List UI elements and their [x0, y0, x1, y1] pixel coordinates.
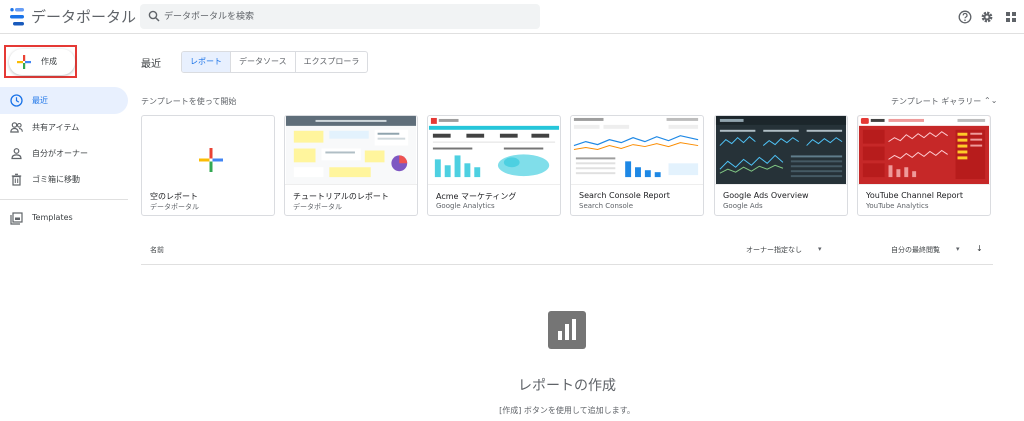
- template-card-google-ads[interactable]: Google Ads Overview Google Ads: [714, 115, 848, 216]
- expand-collapse-icon[interactable]: ⌃⌄: [984, 96, 997, 105]
- template-thumbnail: [571, 116, 703, 185]
- help-icon[interactable]: [958, 10, 972, 24]
- bar-chart-icon: [558, 319, 576, 340]
- chevron-down-icon[interactable]: ▾: [956, 245, 960, 253]
- tab-explorer[interactable]: エクスプローラ: [296, 52, 368, 72]
- person-icon: [11, 148, 22, 160]
- template-card-tutorial[interactable]: チュートリアルのレポート データポータル: [284, 115, 418, 216]
- templates-heading: テンプレートを使って開始: [141, 97, 237, 106]
- template-title: Google Ads Overview: [723, 191, 809, 200]
- empty-state-title: レポートの作成: [518, 378, 616, 394]
- list-header-divider: [141, 264, 993, 265]
- sidebar-item-label: Templates: [32, 213, 73, 222]
- template-thumbnail: [285, 116, 417, 185]
- report-chart-icon: [548, 311, 586, 349]
- template-source: Search Console: [579, 202, 634, 210]
- sort-direction-icon[interactable]: ↓: [976, 244, 983, 253]
- sidebar-item-label: ゴミ箱に移動: [32, 175, 80, 184]
- tab-data-sources[interactable]: データソース: [231, 52, 296, 72]
- template-title: 空のレポート: [150, 192, 198, 201]
- apps-grid-icon[interactable]: [1004, 10, 1018, 24]
- template-thumbnail: [715, 116, 847, 185]
- create-button[interactable]: 作成: [9, 49, 75, 75]
- plus-icon: [17, 55, 31, 69]
- template-card-youtube[interactable]: YouTube Channel Report YouTube Analytics: [857, 115, 991, 216]
- owner-filter-dropdown[interactable]: オーナー指定なし: [746, 245, 802, 255]
- template-title: Acme マーケティング: [436, 192, 517, 201]
- create-button-highlight: 作成: [4, 45, 77, 78]
- trash-icon: [11, 173, 22, 186]
- search-input[interactable]: [164, 8, 524, 25]
- sidebar-divider: [0, 199, 128, 200]
- template-source: YouTube Analytics: [866, 202, 929, 210]
- template-card-search-console[interactable]: Search Console Report Search Console: [570, 115, 704, 216]
- template-thumbnail: [858, 116, 990, 185]
- template-thumbnail: [142, 116, 274, 185]
- search-icon: [148, 10, 160, 22]
- chevron-down-icon[interactable]: ▾: [818, 245, 822, 253]
- tab-reports[interactable]: レポート: [182, 52, 231, 72]
- section-title: 最近: [141, 59, 161, 70]
- template-title: チュートリアルのレポート: [293, 192, 389, 201]
- column-name-header[interactable]: 名前: [150, 245, 164, 255]
- sidebar-item-owned[interactable]: 自分がオーナー: [0, 140, 128, 167]
- empty-state-subtitle: [作成] ボタンを使用して追加します。: [499, 406, 635, 415]
- clock-icon: [10, 94, 23, 107]
- sidebar-item-templates[interactable]: Templates: [0, 205, 128, 232]
- template-source: データポータル: [293, 203, 342, 211]
- sidebar-item-label: 自分がオーナー: [32, 149, 88, 158]
- template-gallery-toggle[interactable]: テンプレート ギャラリー: [891, 96, 981, 107]
- plus-icon: [199, 148, 223, 172]
- sidebar-item-shared[interactable]: 共有アイテム: [0, 114, 128, 141]
- sort-dropdown[interactable]: 自分の最終閲覧: [891, 245, 940, 255]
- sidebar-item-recent[interactable]: 最近: [0, 87, 128, 114]
- app-title[interactable]: データポータル: [31, 6, 136, 27]
- sidebar-item-label: 共有アイテム: [32, 123, 80, 132]
- sidebar-item-trash[interactable]: ゴミ箱に移動: [0, 166, 128, 193]
- people-icon: [10, 122, 23, 133]
- template-source: Google Analytics: [436, 202, 495, 210]
- template-source: Google Ads: [723, 202, 763, 210]
- search-bar[interactable]: [140, 4, 540, 29]
- template-card-blank[interactable]: 空のレポート データポータル: [141, 115, 275, 216]
- asset-type-tabs: レポート データソース エクスプローラ: [181, 51, 369, 73]
- template-thumbnail: [428, 116, 560, 185]
- create-button-label: 作成: [41, 57, 57, 66]
- top-bar: データポータル: [0, 0, 1024, 34]
- sidebar-item-label: 最近: [32, 96, 48, 105]
- template-card-acme-marketing[interactable]: Acme マーケティング Google Analytics: [427, 115, 561, 216]
- template-title: Search Console Report: [579, 191, 670, 200]
- template-title: YouTube Channel Report: [866, 191, 963, 200]
- gear-icon[interactable]: [980, 10, 994, 24]
- data-portal-logo-icon[interactable]: [10, 8, 26, 26]
- templates-icon: [10, 212, 23, 225]
- template-source: データポータル: [150, 203, 199, 211]
